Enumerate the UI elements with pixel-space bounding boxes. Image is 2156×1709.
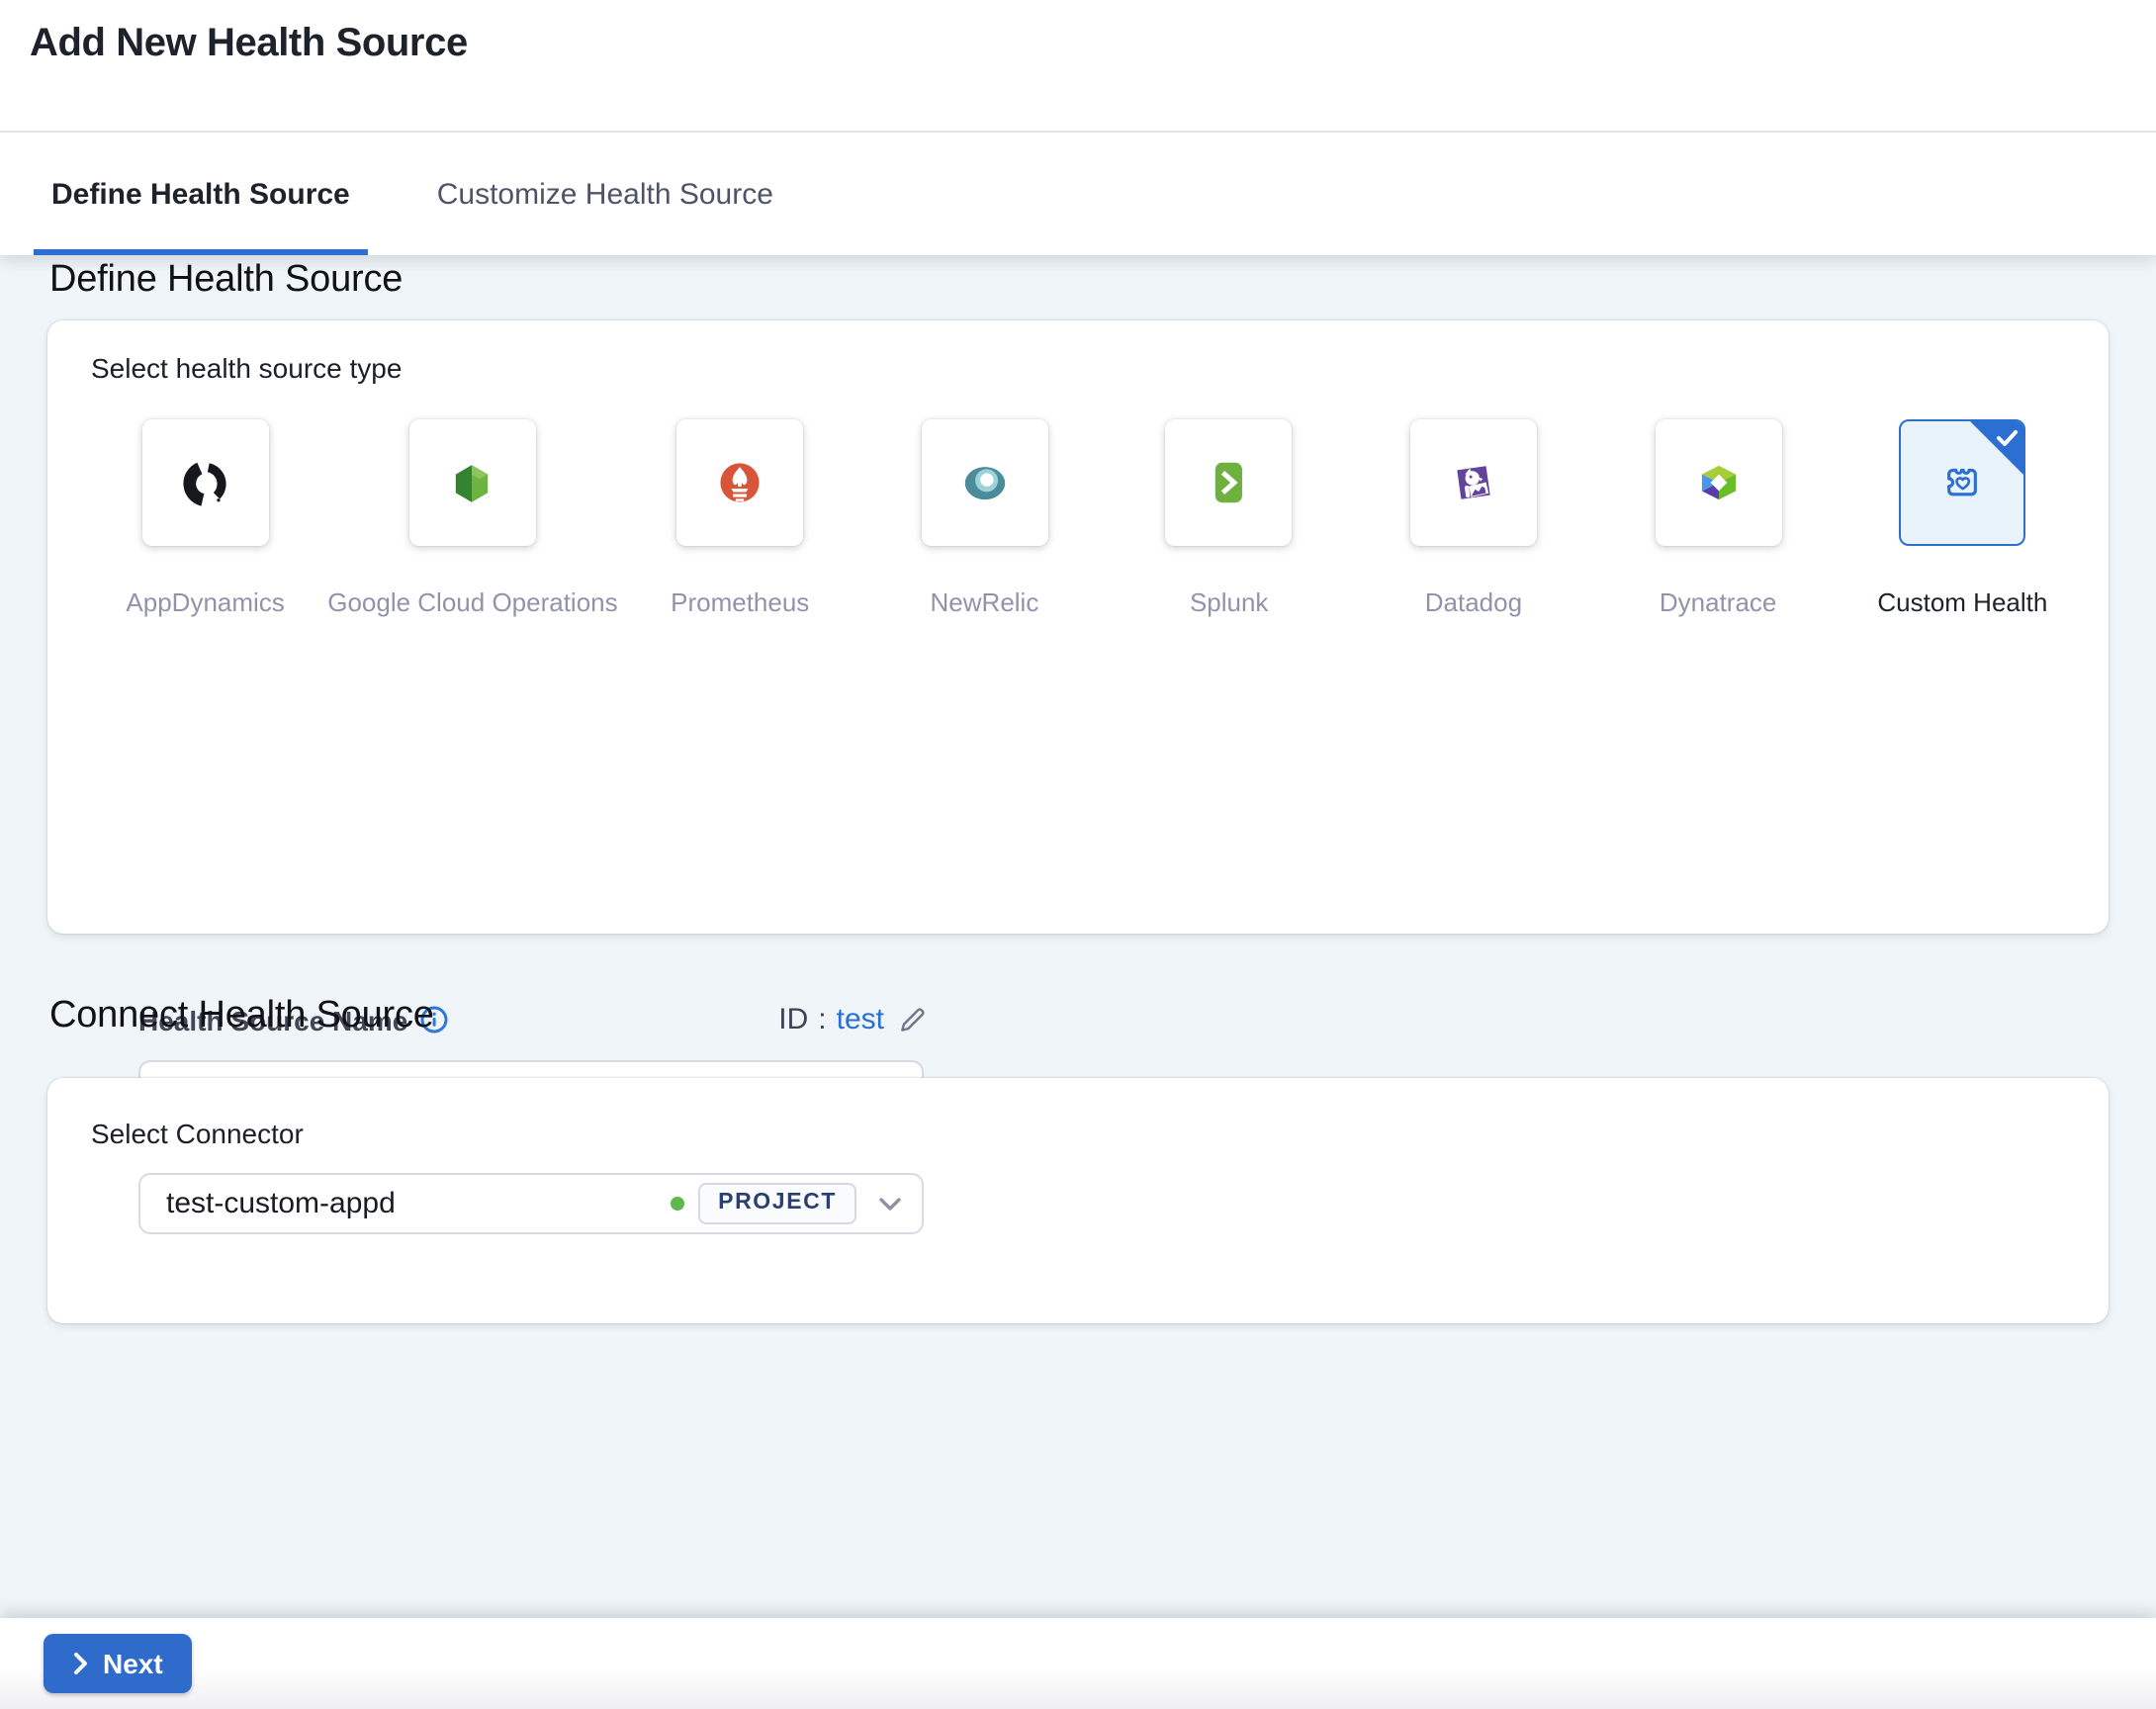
footer-bar: Next [0, 1618, 2156, 1709]
next-button-label: Next [103, 1648, 163, 1679]
source-label: AppDynamics [126, 587, 285, 617]
source-tile [921, 419, 1048, 546]
appdynamics-icon [179, 456, 232, 509]
source-label: Datadog [1424, 587, 1523, 617]
connector-select[interactable]: test-custom-appd PROJECT [138, 1173, 924, 1234]
source-option-appdynamics[interactable]: AppDynamics [83, 419, 327, 617]
connector-status-dot [671, 1197, 685, 1211]
tab-bar: Define Health Source Customize Health So… [34, 133, 791, 255]
chevron-right-icon [73, 1652, 89, 1675]
source-tile [141, 419, 269, 546]
connector-value: test-custom-appd [166, 1187, 396, 1220]
source-option-splunk[interactable]: Splunk [1107, 419, 1351, 617]
active-tab-underline [34, 249, 368, 255]
prometheus-icon [712, 455, 767, 510]
check-icon [1996, 427, 2020, 449]
source-tile [676, 419, 804, 546]
source-tile [1165, 419, 1293, 546]
tab-define-health-source[interactable]: Define Health Source [34, 133, 368, 255]
dynatrace-icon [1690, 455, 1746, 510]
newrelic-icon [956, 455, 1012, 510]
google-cloud-operations-icon [446, 456, 499, 509]
splunk-icon [1202, 455, 1257, 510]
id-value: test [836, 1003, 884, 1036]
source-tile [1655, 419, 1782, 546]
tab-label: Define Health Source [51, 177, 350, 211]
id-label: ID [778, 1003, 809, 1036]
health-source-type-row: AppDynamics Google Cloud Operations Prom… [83, 419, 2085, 617]
source-label: Google Cloud Operations [327, 587, 618, 617]
define-section-heading: Define Health Source [49, 259, 404, 301]
chevron-down-icon[interactable] [878, 1196, 902, 1212]
tab-label: Customize Health Source [436, 177, 773, 211]
source-label: NewRelic [930, 587, 1039, 617]
source-label: Prometheus [671, 587, 810, 617]
define-health-source-card: Select health source type AppDynamics Go… [47, 320, 2109, 1211]
source-type-label: Select health source type [91, 352, 403, 384]
source-label: Splunk [1189, 587, 1269, 617]
source-label: Dynatrace [1659, 587, 1777, 617]
source-option-prometheus[interactable]: Prometheus [618, 419, 862, 617]
connect-health-source-card: Select Connector test-custom-appd PROJEC… [47, 1078, 2109, 1323]
source-option-newrelic[interactable]: NewRelic [862, 419, 1107, 617]
source-tile [408, 419, 536, 546]
connector-scope-badge: PROJECT [698, 1183, 856, 1224]
connect-section-heading: Connect Health Source [49, 995, 434, 1036]
add-health-source-page: Add New Health Source Define Health Sour… [0, 0, 2156, 1709]
page-title: Add New Health Source [30, 22, 468, 65]
datadog-icon [1446, 455, 1501, 510]
source-option-datadog[interactable]: Datadog [1351, 419, 1595, 617]
id-separator: : [818, 1003, 827, 1036]
id-group: ID : test [778, 1003, 928, 1036]
source-option-custom-health[interactable]: Custom Health [1841, 419, 2085, 617]
edit-pencil-icon[interactable] [898, 1005, 928, 1034]
source-label: Custom Health [1877, 587, 2048, 617]
source-option-google-cloud-operations[interactable]: Google Cloud Operations [327, 419, 618, 617]
select-connector-label: Select Connector [91, 1118, 304, 1149]
tab-customize-health-source[interactable]: Customize Health Source [419, 133, 791, 255]
source-tile-selected [1899, 419, 2026, 546]
source-option-dynatrace[interactable]: Dynatrace [1596, 419, 1841, 617]
source-tile [1409, 419, 1537, 546]
page-header: Add New Health Source Define Health Sour… [0, 0, 2156, 255]
next-button[interactable]: Next [44, 1634, 193, 1693]
